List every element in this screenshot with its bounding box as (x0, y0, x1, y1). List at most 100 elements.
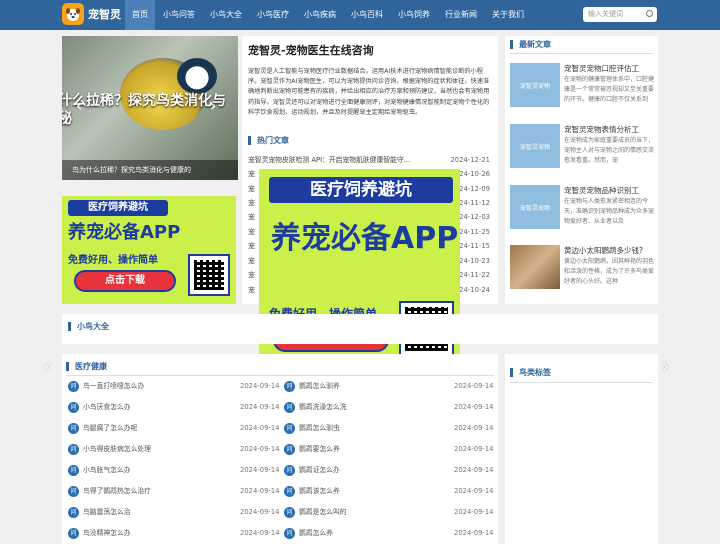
hot-article-title: 宠智灵宠物皮肤检测 API：开启宠物肌肤健康智能守... (248, 156, 411, 164)
health-row[interactable]: 问鹦鹉要怎么养 2024-09-14 (284, 439, 494, 460)
health-row[interactable]: 问鹦鹉该怎么养 2024-09-14 (284, 481, 494, 502)
news-title[interactable]: 黄边小太阳鹦鹉多少钱? (564, 245, 656, 256)
health-date: 2024-09-14 (454, 508, 494, 516)
image-slider[interactable]: 什么拉稀？探究鸟类消化与 秘 ‹ › 鸟为什么拉稀？探究鸟类消化与健康的 (62, 36, 238, 180)
hot-article-title: 宠 (248, 213, 255, 221)
nav-home[interactable]: 首页 (125, 0, 155, 30)
health-date: 2024-09-14 (454, 529, 494, 537)
slider-prev-icon[interactable]: ‹ (76, 96, 82, 115)
nav-bird-medical[interactable]: 小鸟医疗 (250, 0, 296, 30)
ad-title: 养宠必备APP (271, 221, 459, 256)
health-title: 鸟没精神怎么办 (83, 529, 131, 537)
news-thumbnail[interactable]: 宠智灵宠物 (510, 185, 560, 229)
news-thumbnail[interactable] (510, 245, 560, 289)
health-title: 鹦鹉该怎么养 (299, 487, 340, 495)
news-desc: 黄边小太阳鹦鹉，因其鲜艳的羽色和活泼的性格，成为了许多鸟类爱好者的心头好。这种 (564, 258, 655, 285)
top-nav: 宠智灵 首页 小鸟问答 小鸟大全 小鸟医疗 小鸟疾病 小鸟百科 小鸟饲养 行业新… (0, 0, 720, 30)
hot-article-title: 宠 (248, 271, 255, 279)
hot-article-title: 宠 (248, 185, 255, 193)
question-icon: 问 (68, 423, 79, 434)
logo[interactable]: 宠智灵 (62, 3, 121, 25)
health-title: 鹦鹉洗澡怎么洗 (299, 403, 347, 411)
search-input[interactable]: 输入关键词 (583, 7, 657, 22)
hot-article-date: 2024-12-21 (450, 156, 490, 164)
health-date: 2024-09-14 (240, 508, 280, 516)
medical-health-panel: 医疗健康 问鸟一直打喷嚏怎么办 2024-09-14 问小鸟厌食怎么办 2024-0… (62, 354, 498, 544)
health-title: 小鸟厌食怎么办 (83, 403, 131, 411)
health-date: 2024-09-14 (240, 466, 280, 474)
health-row[interactable]: 问鹦鹉是怎么叫的 2024-09-14 (284, 502, 494, 523)
bird-tags-title: 鸟类标签 (510, 368, 551, 377)
health-row[interactable]: 问鸟一直打喷嚏怎么办 2024-09-14 (68, 376, 280, 397)
question-icon: 问 (284, 381, 295, 392)
news-item[interactable]: 宠智灵宠物 宠智灵宠物口腔评估工 在宠物的健康管理体系中，口腔健康是一个常常被忽… (510, 63, 654, 115)
dog-logo-icon (62, 3, 84, 25)
app-ad-banner-small[interactable]: 医疗饲养避坑 养宠必备APP 免费好用、操作简单 点击下载 (62, 196, 236, 304)
question-icon: 问 (68, 486, 79, 497)
health-row[interactable]: 问鸟得了鹦鹉热怎么治疗 2024-09-14 (68, 481, 280, 502)
health-date: 2024-09-14 (454, 424, 494, 432)
nav-bird-disease[interactable]: 小鸟疾病 (297, 0, 343, 30)
news-thumbnail[interactable]: 宠智灵宠物 (510, 124, 560, 168)
health-row[interactable]: 问小鸟胀气怎么办 2024-09-14 (68, 460, 280, 481)
nav-bird-feeding[interactable]: 小鸟饲养 (391, 0, 437, 30)
news-item[interactable]: 宠智灵宠物 宠智灵宠物品种识别工 在宠物与人类愈发紧密相连的今天，准确识别宠物品… (510, 185, 654, 237)
health-row[interactable]: 问鹦鹉怎么养 2024-09-14 (284, 523, 494, 544)
hot-articles-title: 热门文章 (248, 136, 289, 145)
ad-download-button[interactable]: 点击下载 (74, 270, 176, 292)
question-icon: 问 (68, 465, 79, 476)
latest-articles-title: 最新文章 (510, 40, 551, 49)
news-item[interactable]: 宠智灵宠物 宠智灵宠物表情分析工 在宠物成为家庭重要成员的当下，宠物主人对与宠物… (510, 124, 654, 176)
news-title[interactable]: 宠智灵宠物品种识别工 (564, 185, 656, 196)
news-desc: 在宠物成为家庭重要成员的当下，宠物主人对与宠物之间的情感交流愈发看重。然而，宠 (564, 137, 655, 164)
health-row[interactable]: 问鹦鹉怎么驯虫 2024-09-14 (284, 418, 494, 439)
news-title[interactable]: 宠智灵宠物表情分析工 (564, 124, 656, 135)
news-thumbnail[interactable]: 宠智灵宠物 (510, 63, 560, 107)
health-title: 鸟得了鹦鹉热怎么治疗 (83, 487, 151, 495)
question-icon: 问 (284, 486, 295, 497)
health-row[interactable]: 问鹦鹉洗澡怎么洗 2024-09-14 (284, 397, 494, 418)
carousel-prev-icon[interactable]: ‹ (44, 356, 51, 377)
health-row[interactable]: 问鹦鹉怎么驯养 2024-09-14 (284, 376, 494, 397)
health-title: 鸟腿瘸了怎么办呢 (83, 424, 138, 432)
health-title: 鹦鹉怎么驯虫 (299, 424, 340, 432)
health-date: 2024-09-14 (240, 424, 280, 432)
health-row[interactable]: 问鸟脑震荡怎么治 2024-09-14 (68, 502, 280, 523)
health-date: 2024-09-14 (454, 382, 494, 390)
bird-encyclopedia-title: 小鸟大全 (68, 322, 109, 331)
health-row[interactable]: 问鸟没精神怎么办 2024-09-14 (68, 523, 280, 544)
health-title: 鹦鹉要怎么养 (299, 445, 340, 453)
search-icon[interactable] (646, 10, 653, 17)
health-title: 鹦鹉怎么养 (299, 529, 333, 537)
hot-article-row[interactable]: 宠智灵宠物皮肤检测 API：开启宠物肌肤健康智能守... 2024-12-21 (248, 154, 494, 167)
nav-about[interactable]: 关于我们 (485, 0, 531, 30)
question-icon: 问 (284, 507, 295, 518)
hot-article-title: 宠 (248, 228, 255, 236)
bird-tags-panel: 鸟类标签 (505, 354, 658, 544)
news-item[interactable]: 黄边小太阳鹦鹉多少钱? 黄边小太阳鹦鹉，因其鲜艳的羽色和活泼的性格，成为了许多鸟… (510, 245, 654, 297)
question-icon: 问 (284, 423, 295, 434)
nav-industry-news[interactable]: 行业新闻 (438, 0, 484, 30)
health-title: 鹦鹉是怎么叫的 (299, 508, 347, 516)
ad-subtitle: 免费好用、操作简单 (68, 255, 158, 266)
health-title: 鸟脑震荡怎么治 (83, 508, 131, 516)
carousel-next-icon[interactable]: › (662, 356, 669, 377)
hot-article-title: 宠 (248, 242, 255, 250)
health-row[interactable]: 问小鸟厌食怎么办 2024-09-14 (68, 397, 280, 418)
nav-bird-qa[interactable]: 小鸟问答 (156, 0, 202, 30)
question-icon: 问 (284, 528, 295, 539)
ad-headline: 医疗饲养避坑 (68, 200, 168, 216)
latest-articles-panel: 最新文章 宠智灵宠物 宠智灵宠物口腔评估工 在宠物的健康管理体系中，口腔健康是一… (505, 36, 658, 304)
divider (510, 53, 653, 54)
health-date: 2024-09-14 (240, 403, 280, 411)
slide-caption[interactable]: 鸟为什么拉稀？探究鸟类消化与健康的 (62, 160, 238, 180)
health-row[interactable]: 问鹦鹉证怎么办 2024-09-14 (284, 460, 494, 481)
health-row[interactable]: 问鸟腿瘸了怎么办呢 2024-09-14 (68, 418, 280, 439)
health-date: 2024-09-14 (454, 403, 494, 411)
nav-bird-wiki[interactable]: 小鸟百科 (344, 0, 390, 30)
nav-bird-encyclopedia[interactable]: 小鸟大全 (203, 0, 249, 30)
news-title[interactable]: 宠智灵宠物口腔评估工 (564, 63, 656, 74)
health-date: 2024-09-14 (454, 466, 494, 474)
health-row[interactable]: 问小鸟得皮肤病怎么处理 2024-09-14 (68, 439, 280, 460)
slider-next-icon[interactable]: › (210, 96, 216, 115)
